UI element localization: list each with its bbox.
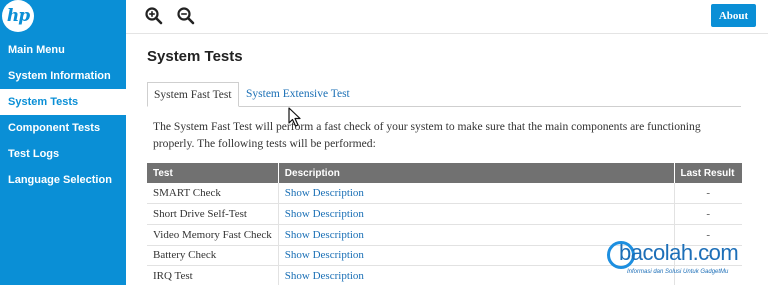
hp-logo: hp — [2, 0, 34, 32]
mouse-cursor-icon — [288, 107, 301, 127]
show-description-link[interactable]: Show Description — [278, 203, 675, 225]
table-row: Short Drive Self-Test Show Description - — [147, 203, 742, 225]
top-toolbar: About — [126, 0, 768, 34]
column-header-description: Description — [278, 163, 675, 183]
logo-area: hp — [0, 0, 126, 34]
show-description-link[interactable]: Show Description — [278, 183, 675, 205]
sidebar-item-test-logs[interactable]: Test Logs — [0, 141, 126, 167]
test-description: The System Fast Test will perform a fast… — [153, 120, 701, 150]
bacolah-watermark: bacolah.com Informasi dan Solusi Untuk G… — [605, 237, 765, 281]
test-tabs: System Fast Test System Extensive Test — [147, 82, 741, 107]
column-header-test: Test — [147, 163, 279, 183]
watermark-tagline: Informasi dan Solusi Untuk GadgetMu — [627, 269, 729, 275]
last-result: - — [674, 203, 742, 225]
zoom-out-icon[interactable] — [176, 6, 196, 26]
sidebar-item-system-tests[interactable]: System Tests — [0, 89, 126, 115]
last-result: - — [674, 183, 742, 205]
zoom-in-icon[interactable] — [144, 6, 164, 26]
hp-logo-text: hp — [6, 6, 30, 26]
test-name: Video Memory Fast Check — [147, 224, 279, 246]
column-header-last-result: Last Result — [674, 163, 742, 183]
page-title: System Tests — [147, 48, 243, 65]
sidebar-item-system-information[interactable]: System Information — [0, 63, 126, 89]
sidebar-item-component-tests[interactable]: Component Tests — [0, 115, 126, 141]
test-name: Battery Check — [147, 245, 279, 267]
table-header-row: Test Description Last Result — [147, 163, 742, 183]
test-name: Short Drive Self-Test — [147, 203, 279, 225]
sidebar-item-language-selection[interactable]: Language Selection — [0, 167, 126, 193]
sidebar: hp Main Menu System Information System T… — [0, 0, 126, 285]
test-name: SMART Check — [147, 183, 279, 205]
sidebar-nav: Main Menu System Information System Test… — [0, 37, 126, 193]
table-row: SMART Check Show Description - — [147, 183, 742, 205]
tab-system-extensive-test[interactable]: System Extensive Test — [240, 82, 356, 107]
test-name: IRQ Test — [147, 265, 279, 285]
tab-system-fast-test[interactable]: System Fast Test — [147, 82, 239, 107]
about-button[interactable]: About — [711, 4, 756, 27]
watermark-brand: bacolah.com — [619, 240, 739, 265]
sidebar-item-main-menu[interactable]: Main Menu — [0, 37, 126, 63]
